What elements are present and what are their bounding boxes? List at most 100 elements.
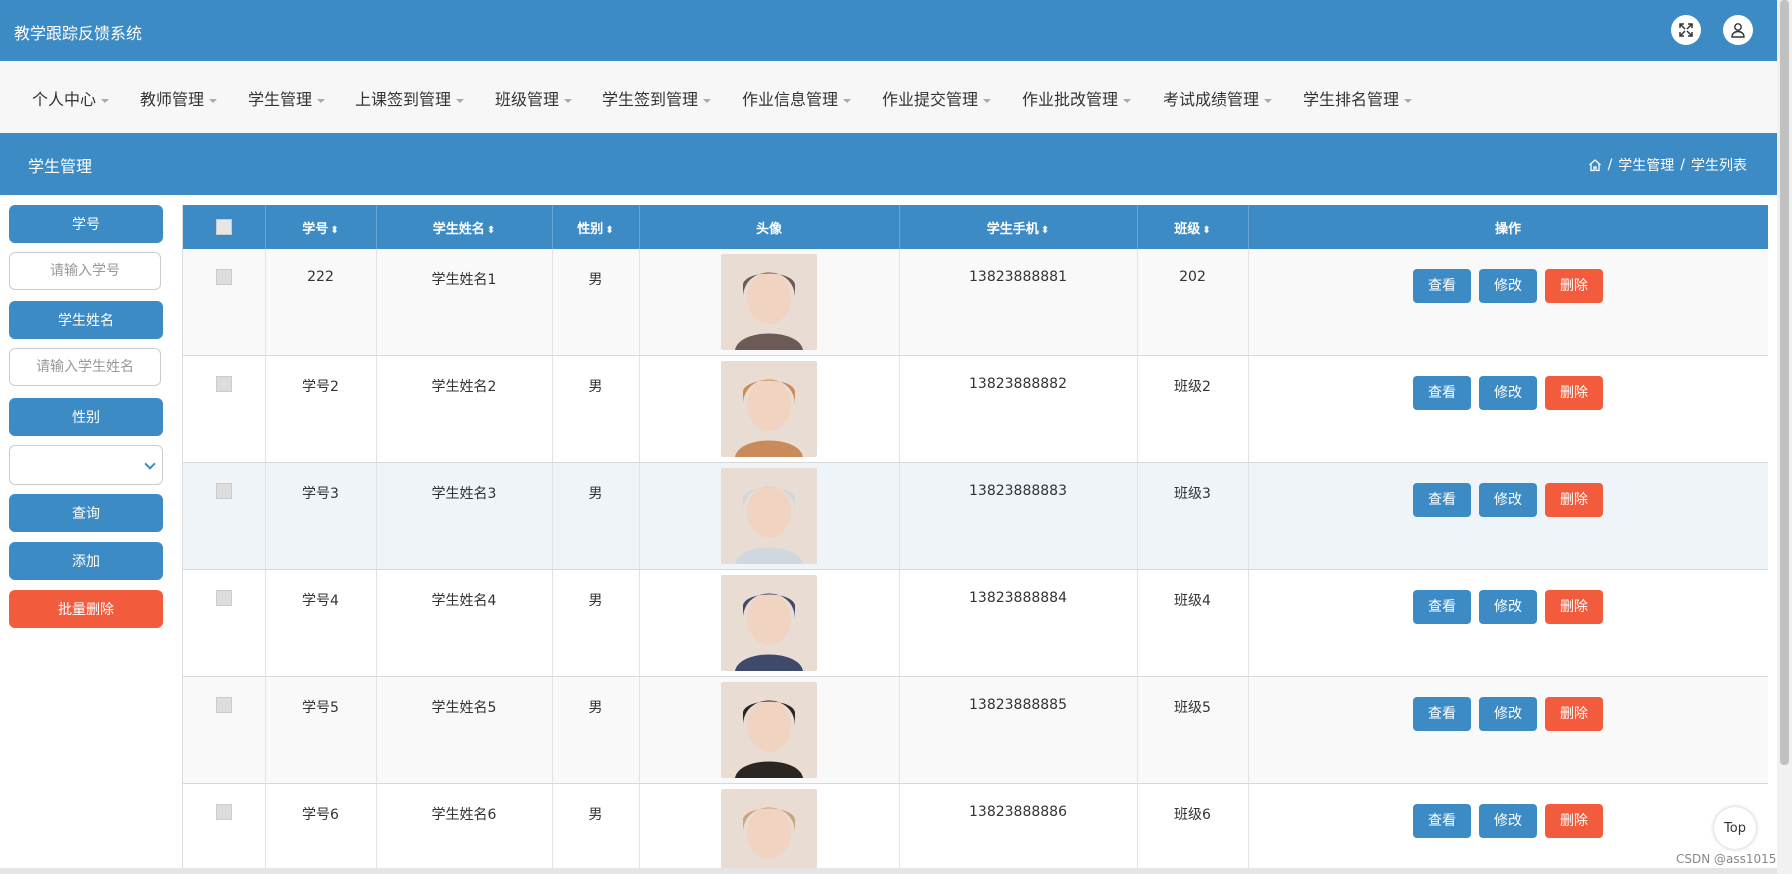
- cell-phone: 13823888881: [899, 249, 1138, 356]
- gender-select[interactable]: [9, 445, 163, 485]
- menu-item-homework-submit-mgmt[interactable]: 作业提交管理: [882, 86, 992, 110]
- table-header: 学号 ⬍ 学生姓名 ⬍ 性别 ⬍ 头像 学生手机 ⬍ 班级 ⬍ 操作: [183, 205, 1768, 249]
- select-all-checkbox[interactable]: [215, 219, 232, 235]
- column-header-student-name[interactable]: 学生姓名 ⬍: [376, 205, 553, 249]
- column-header-class[interactable]: 班级 ⬍: [1137, 205, 1249, 249]
- breadcrumb-item-student-list: 学生列表: [1691, 158, 1747, 174]
- student-name-label: 学生姓名: [9, 301, 163, 339]
- row-select-cell: [183, 783, 266, 870]
- sort-icon[interactable]: ⬍: [487, 225, 495, 236]
- student-no-label: 学号: [9, 205, 163, 243]
- cell-gender: 男: [552, 462, 640, 570]
- sort-icon[interactable]: ⬍: [1041, 225, 1049, 236]
- delete-button[interactable]: 删除: [1545, 590, 1603, 624]
- add-button[interactable]: 添加: [9, 542, 163, 580]
- cell-phone: 13823888886: [899, 783, 1138, 870]
- delete-button[interactable]: 删除: [1545, 483, 1603, 517]
- horizontal-scrollbar[interactable]: [0, 868, 1777, 874]
- cell-class: 202: [1137, 249, 1249, 356]
- delete-button[interactable]: 删除: [1545, 376, 1603, 410]
- query-button[interactable]: 查询: [9, 494, 163, 532]
- delete-button[interactable]: 删除: [1545, 804, 1603, 838]
- row-select-cell: [183, 249, 266, 356]
- view-button[interactable]: 查看: [1413, 376, 1471, 410]
- menu-item-student-ranking-mgmt[interactable]: 学生排名管理: [1303, 86, 1413, 110]
- row-checkbox[interactable]: [215, 483, 232, 499]
- page-header: 学生管理 / 学生管理 / 学生列表: [0, 133, 1777, 195]
- column-header-avatar: 头像: [639, 205, 900, 249]
- caret-down-icon: [564, 98, 573, 103]
- cell-gender: 男: [552, 569, 640, 677]
- avatar: [721, 682, 817, 778]
- sort-icon[interactable]: ⬍: [330, 225, 338, 236]
- view-button[interactable]: 查看: [1413, 483, 1471, 517]
- view-button[interactable]: 查看: [1413, 697, 1471, 731]
- cell-student-name: 学生姓名4: [376, 569, 553, 677]
- cell-student-name: 学生姓名1: [376, 249, 553, 356]
- menu-item-teacher-mgmt[interactable]: 教师管理: [140, 86, 218, 110]
- menu-item-student-checkin-mgmt[interactable]: 学生签到管理: [602, 86, 712, 110]
- cell-gender: 男: [552, 249, 640, 356]
- sort-icon[interactable]: ⬍: [1202, 225, 1210, 236]
- menu-item-class-checkin-mgmt[interactable]: 上课签到管理: [355, 86, 465, 110]
- home-icon[interactable]: [1588, 158, 1602, 172]
- caret-down-icon: [1264, 98, 1273, 103]
- batch-delete-button[interactable]: 批量删除: [9, 590, 163, 628]
- select-all-header: [183, 205, 266, 249]
- cell-avatar: [639, 355, 900, 463]
- edit-button[interactable]: 修改: [1479, 804, 1537, 838]
- column-header-gender[interactable]: 性别 ⬍: [552, 205, 640, 249]
- edit-button[interactable]: 修改: [1479, 376, 1537, 410]
- cell-actions: 查看 修改 删除: [1248, 676, 1768, 784]
- menu-item-class-mgmt[interactable]: 班级管理: [495, 86, 573, 110]
- caret-down-icon: [456, 98, 465, 103]
- row-checkbox[interactable]: [215, 697, 232, 713]
- view-button[interactable]: 查看: [1413, 590, 1471, 624]
- breadcrumb-item-student-mgmt[interactable]: 学生管理: [1618, 155, 1674, 175]
- student-no-input[interactable]: [9, 252, 161, 290]
- view-button[interactable]: 查看: [1413, 804, 1471, 838]
- caret-down-icon: [843, 98, 852, 103]
- row-select-cell: [183, 462, 266, 570]
- back-to-top-button[interactable]: Top: [1714, 807, 1756, 849]
- delete-button[interactable]: 删除: [1545, 697, 1603, 731]
- user-button[interactable]: [1723, 15, 1753, 45]
- caret-down-icon: [1404, 98, 1413, 103]
- vertical-scrollbar[interactable]: [1777, 0, 1792, 874]
- cell-student-no: 学号5: [265, 676, 377, 784]
- menu-item-homework-info-mgmt[interactable]: 作业信息管理: [742, 86, 852, 110]
- cell-phone: 13823888883: [899, 462, 1138, 570]
- avatar: [721, 254, 817, 350]
- row-checkbox[interactable]: [215, 269, 232, 285]
- fullscreen-button[interactable]: [1671, 15, 1701, 45]
- menu-item-homework-grading-mgmt[interactable]: 作业批改管理: [1022, 86, 1132, 110]
- edit-button[interactable]: 修改: [1479, 269, 1537, 303]
- table-row: 222 学生姓名1 男 13823888881 202 查看 修改 删除: [183, 249, 1768, 356]
- cell-student-name: 学生姓名2: [376, 355, 553, 463]
- menu-item-exam-score-mgmt[interactable]: 考试成绩管理: [1163, 86, 1273, 110]
- menu-item-personal-center[interactable]: 个人中心: [32, 86, 110, 110]
- column-header-phone[interactable]: 学生手机 ⬍: [899, 205, 1138, 249]
- caret-down-icon: [983, 98, 992, 103]
- row-checkbox[interactable]: [215, 590, 232, 606]
- cell-student-name: 学生姓名3: [376, 462, 553, 570]
- student-name-input[interactable]: [9, 348, 161, 386]
- view-button[interactable]: 查看: [1413, 269, 1471, 303]
- cell-avatar: [639, 676, 900, 784]
- delete-button[interactable]: 删除: [1545, 269, 1603, 303]
- row-checkbox[interactable]: [215, 376, 232, 392]
- edit-button[interactable]: 修改: [1479, 590, 1537, 624]
- table-row: 学号4 学生姓名4 男 13823888884 班级4 查看 修改 删除: [183, 569, 1768, 677]
- edit-button[interactable]: 修改: [1479, 483, 1537, 517]
- main-menu: 个人中心 教师管理 学生管理 上课签到管理 班级管理 学生签到管理 作业信息管理…: [0, 61, 1777, 133]
- column-header-student-no[interactable]: 学号 ⬍: [265, 205, 377, 249]
- menu-item-student-mgmt[interactable]: 学生管理: [248, 86, 326, 110]
- row-checkbox[interactable]: [215, 804, 232, 820]
- sort-icon[interactable]: ⬍: [605, 225, 613, 236]
- edit-button[interactable]: 修改: [1479, 697, 1537, 731]
- app-title: 教学跟踪反馈系统: [14, 24, 143, 43]
- scrollbar-thumb[interactable]: [1780, 0, 1789, 765]
- cell-class: 班级5: [1137, 676, 1249, 784]
- table-row: 学号6 学生姓名6 男 13823888886 班级6 查看 修改 删除: [183, 783, 1768, 870]
- cell-class: 班级2: [1137, 355, 1249, 463]
